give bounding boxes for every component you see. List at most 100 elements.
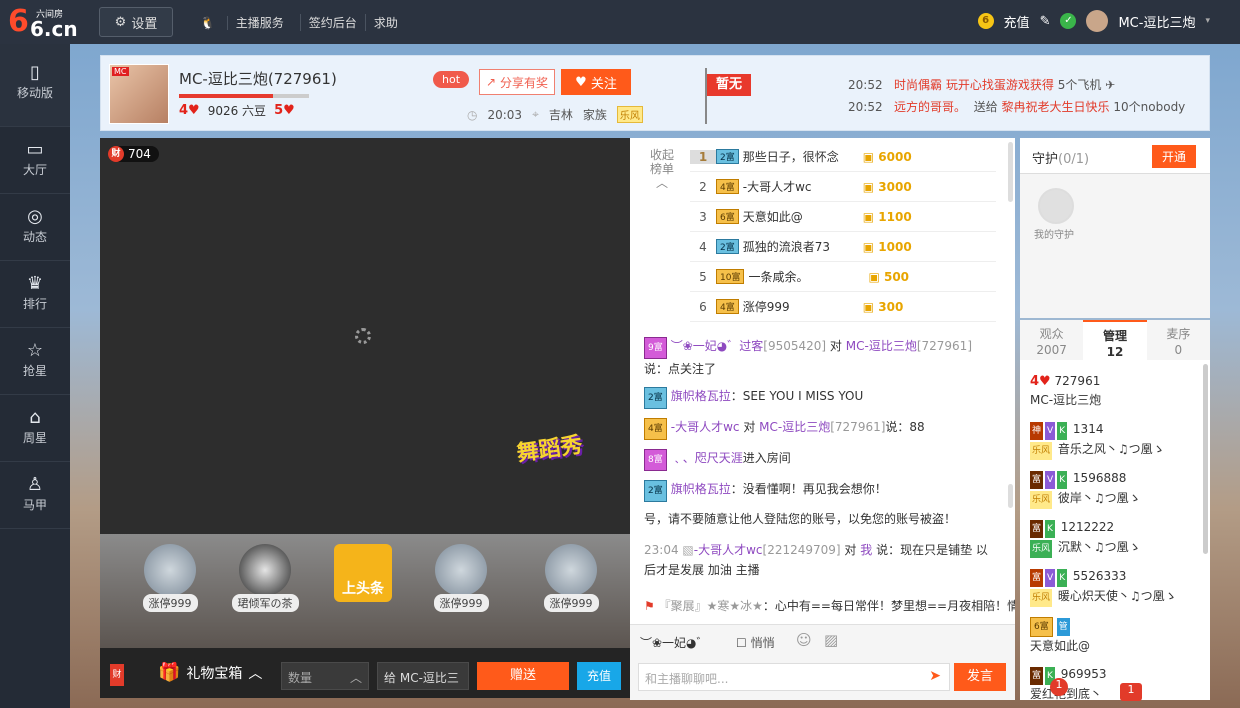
level-right-value: 5 <box>274 103 284 118</box>
image-icon[interactable]: ▨ <box>824 631 838 649</box>
settings-button[interactable]: ⚙ 设置 <box>99 7 173 37</box>
chat-user[interactable]: ︶❀一妃◕゛过客 <box>671 339 764 353</box>
chat-scrollbar[interactable] <box>1008 484 1013 508</box>
video-player[interactable]: 财 704 舞蹈秀 <box>100 138 630 534</box>
news-red[interactable]: 远方的哥哥。 <box>894 100 966 114</box>
rank-row[interactable]: 1 2富 那些日子，很怀念 ▣ 6000 <box>690 142 996 172</box>
follow-button[interactable]: ♥ 关注 <box>561 69 631 95</box>
chat-target[interactable]: MC-逗比三炮 <box>846 339 917 353</box>
rank-row[interactable]: 5 10富 一条咸余。 ▣ 500 <box>690 262 996 292</box>
chat-message: 9富 ︶❀一妃◕゛过客[9505420] 对 MC-逗比三炮[727961] 说：点… <box>644 336 992 379</box>
user-id: 1314 <box>1072 422 1104 436</box>
top-bar: 6 6.cn 六间房 ⚙ 设置 🐧 主播服务 签约后台 求助 6 充值 ✎ ✓ … <box>0 0 1240 44</box>
chat-sender[interactable]: ︶❀一妃◕゛ <box>640 634 709 651</box>
family-badge[interactable]: 乐风 <box>616 106 643 123</box>
tab-label: 管理 <box>1102 329 1127 343</box>
quantity-input[interactable]: 数量 ︿ <box>281 662 369 690</box>
nav-dynamic[interactable]: ◎ 动态 <box>0 194 70 261</box>
gift-label: 涨停999 <box>433 594 489 612</box>
guard-avatar[interactable] <box>1038 188 1074 224</box>
chevron-down-icon[interactable]: ▾ <box>1205 16 1210 26</box>
send-gift-button[interactable]: 赠送 <box>477 662 569 690</box>
tab-audience[interactable]: 观众 2007 <box>1020 320 1083 360</box>
user-list-scrollbar[interactable] <box>1203 364 1208 554</box>
nav-help[interactable]: 求助 <box>364 14 406 31</box>
anchor-meta: 4♥ 9026 六豆 5♥ <box>179 102 295 119</box>
chat-input[interactable]: 和主播聊聊吧... ➤ <box>638 663 950 691</box>
emoji-icon[interactable]: ☺ <box>796 631 812 649</box>
user-item[interactable]: 富K 1212222 乐风 沉默丶♫つ凰ゝ <box>1030 518 1200 558</box>
chat-target[interactable]: 我 <box>860 543 872 557</box>
user-item[interactable]: 4♥ 727961 MC-逗比三炮 <box>1030 372 1200 409</box>
send-message-button[interactable]: 发言 <box>954 663 1006 691</box>
nav-week-star[interactable]: ⌂ 周星 <box>0 395 70 462</box>
chat-user[interactable]: -大哥人才wc <box>694 543 763 557</box>
chat-user[interactable]: -大哥人才wc <box>671 420 740 434</box>
news-red-2[interactable]: 黎冉祝老大生日快乐 <box>1002 100 1110 114</box>
wealth-badge: 9富 <box>644 337 667 359</box>
nav-anchor-service[interactable]: 🐧 主播服务 <box>200 14 300 31</box>
gift-slot[interactable]: 涨停999 <box>132 544 208 612</box>
rank-coins-value: 1100 <box>878 209 912 224</box>
crown-icon: ♛ <box>26 273 44 294</box>
anchor-name[interactable]: MC-逗比三炮(727961) <box>179 68 337 89</box>
user-avatar[interactable] <box>1086 10 1109 32</box>
share-button[interactable]: ↗ 分享有奖 <box>479 69 555 95</box>
nav-rank[interactable]: ♛ 排行 <box>0 261 70 328</box>
recharge-button[interactable]: 充值 <box>577 662 621 690</box>
chevron-up-icon: ︿ <box>248 665 263 682</box>
nav-hall[interactable]: ▭ 大厅 <box>0 127 70 194</box>
heart-icon: ♥ <box>188 103 200 118</box>
whisper-toggle[interactable]: ☐ 悄悄 <box>736 634 775 651</box>
site-logo[interactable]: 6 6.cn 六间房 <box>8 6 78 42</box>
recipient-select[interactable]: 给 MC-逗比三 <box>377 662 469 690</box>
collapse-rank-label: 收起榜单 <box>649 148 674 176</box>
tab-mic-queue[interactable]: 麦序 0 <box>1147 320 1210 360</box>
user-item[interactable]: 富VK 1596888 乐风 彼岸丶♫つ凰ゝ <box>1030 469 1200 509</box>
share-label: 分享有奖 <box>499 75 548 90</box>
anchor-avatar[interactable]: MC <box>109 64 169 124</box>
open-guard-button[interactable]: 开通 <box>1151 145 1196 168</box>
gift-slot[interactable]: 涨停999 <box>423 544 499 612</box>
news-red[interactable]: 时尚偶霸 玩开心找蛋游戏获得 <box>894 78 1054 92</box>
user-item[interactable]: 神VK 1314 乐风 音乐之风丶♫つ凰ゝ <box>1030 420 1200 460</box>
nav-mobile[interactable]: ▯ 移动版 <box>0 44 70 127</box>
wealth-icon[interactable]: 财 <box>110 664 124 686</box>
nav-sign-backend[interactable]: 签约后台 <box>299 14 365 31</box>
rank-row[interactable]: 2 4富 -大哥人才wc ▣ 3000 <box>690 172 996 202</box>
nav-vest[interactable]: ♙ 马甲 <box>0 462 70 529</box>
chat-user[interactable]: 『聚展』★寒★冰★ <box>659 599 763 613</box>
gift-slot[interactable]: 涨停999 <box>533 544 609 612</box>
rank-scrollbar[interactable] <box>1008 142 1013 202</box>
notification-badge[interactable]: 1 <box>1050 678 1068 696</box>
recharge-link[interactable]: 充值 <box>1004 12 1030 31</box>
gift-box-button[interactable]: 🎁 礼物宝箱 ︿ <box>158 662 262 683</box>
tab-admin[interactable]: 管理 12 <box>1083 320 1147 360</box>
rank-coins-value: 1000 <box>878 239 912 254</box>
whisper-label: 悄悄 <box>750 636 775 650</box>
rank-row[interactable]: 3 6富 天意如此@ ▣ 1100 <box>690 202 996 232</box>
rank-row[interactable]: 6 4富 涨停999 ▣ 300 <box>690 292 996 322</box>
chat-user[interactable]: 旗帜格瓦拉 <box>671 389 731 403</box>
nav-week-star-label: 周星 <box>22 431 47 445</box>
notification-badge[interactable]: 1 <box>1120 683 1142 701</box>
beans: 9026 六豆 <box>207 104 267 118</box>
nav-grab-star[interactable]: ☆ 抢星 <box>0 328 70 395</box>
chat-target[interactable]: MC-逗比三炮 <box>759 420 830 434</box>
hot-badge: hot <box>433 71 470 88</box>
user-item[interactable]: 6富管天意如此@ <box>1030 616 1200 655</box>
username[interactable]: MC-逗比三炮 <box>1118 12 1195 31</box>
chat-user[interactable]: 旗帜格瓦拉 <box>671 482 731 496</box>
gift-slot-headline[interactable]: 上头条 <box>325 544 401 602</box>
send-plane-icon[interactable]: ➤ <box>929 668 941 684</box>
level-left-value: 4 <box>179 103 189 118</box>
user-id: 1596888 <box>1072 471 1127 485</box>
rank-row[interactable]: 4 2富 孤独的流浪者73 ▣ 1000 <box>690 232 996 262</box>
user-item[interactable]: 富VK 5526333 乐风 暖心炽天使丶♫つ凰ゝ <box>1030 567 1200 607</box>
edit-icon[interactable]: ✎ <box>1040 14 1051 29</box>
gift-slot[interactable]: 珺倾军の茶 <box>227 544 303 612</box>
collapse-rank-button[interactable]: 收起榜单 ︿ <box>646 148 678 190</box>
tab-label: 观众 <box>1039 327 1064 341</box>
chat-user[interactable]: ﹑、咫尺天涯 <box>671 451 743 465</box>
family-badge: 乐风 <box>1030 540 1053 558</box>
